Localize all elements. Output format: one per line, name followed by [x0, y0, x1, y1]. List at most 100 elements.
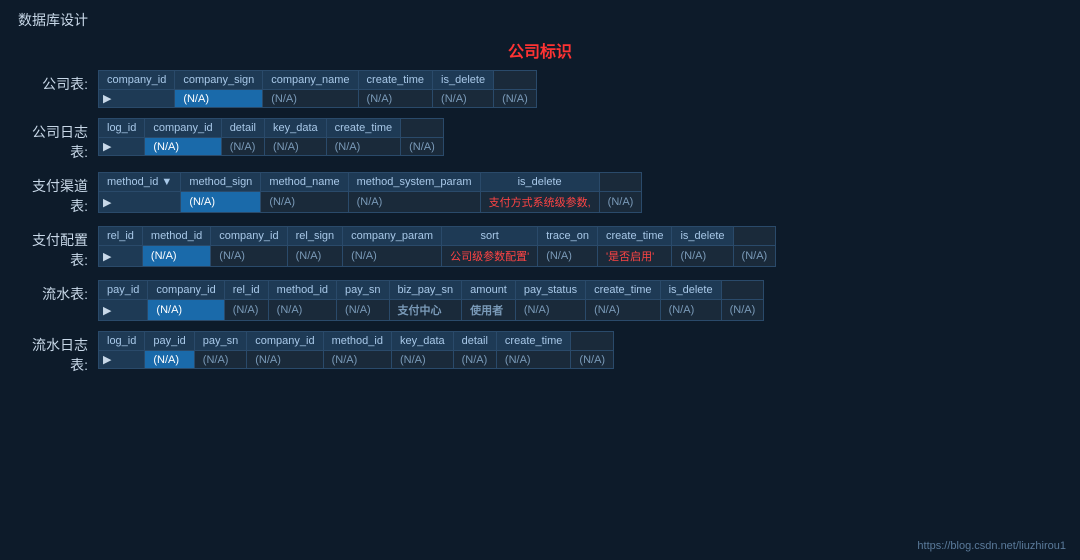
flow-table-label: 流水表:	[18, 280, 98, 304]
cell-config-method-id: (N/A)	[211, 246, 287, 267]
cell-pay-sn: 支付中心	[389, 300, 462, 321]
col-pay-id: pay_id	[99, 281, 148, 300]
cell-pay-id: (N/A)	[148, 300, 224, 321]
company-log-table-row: 公司日志表: log_id company_id detail key_data…	[18, 118, 1062, 162]
col-company-id: company_id	[99, 71, 175, 90]
cell-flow-is-delete: (N/A)	[721, 300, 764, 321]
cell-biz-pay-sn: 使用者	[462, 300, 516, 321]
col-create-time2: create_time	[326, 119, 400, 138]
flow-log-label: 流水日志表:	[18, 331, 98, 375]
cell-flog-create-time: (N/A)	[571, 351, 614, 369]
col-amount: amount	[462, 281, 516, 300]
company-table-label: 公司表:	[18, 70, 98, 94]
cell-rel-sign: (N/A)	[343, 246, 442, 267]
col-flow-is-delete: is_delete	[660, 281, 721, 300]
cell-company-param: 公司级参数配置'	[442, 246, 538, 267]
col-rel-sign: rel_sign	[287, 227, 343, 246]
cell-flow-company-id: (N/A)	[224, 300, 268, 321]
col-rel-id: rel_id	[99, 227, 143, 246]
cell-method-id: (N/A)	[181, 192, 261, 213]
cell-key-data: (N/A)	[326, 138, 400, 156]
cell-amount: (N/A)	[515, 300, 585, 321]
cell-detail: (N/A)	[264, 138, 326, 156]
cell-flog-method-id: (N/A)	[391, 351, 453, 369]
col-biz-pay-sn: biz_pay_sn	[389, 281, 462, 300]
cell-flog-key-data: (N/A)	[453, 351, 496, 369]
cell-config-company-id: (N/A)	[287, 246, 343, 267]
pay-method-label: 支付渠道表:	[18, 172, 98, 216]
col-company-name: company_name	[263, 71, 358, 90]
company-log-wrapper: log_id company_id detail key_data create…	[98, 118, 1062, 156]
col-flog-id: log_id	[99, 332, 145, 351]
arrow-cell2: ▶	[99, 138, 145, 156]
arrow-cell5: ▶	[99, 300, 148, 321]
flow-table-row: 流水表: pay_id company_id rel_id method_id …	[18, 280, 1062, 321]
col-flog-pay-id: pay_id	[145, 332, 194, 351]
col-flog-method-id: method_id	[323, 332, 391, 351]
cell-flow-rel-id: (N/A)	[268, 300, 336, 321]
cell-pay-status: (N/A)	[586, 300, 660, 321]
company-table-row: 公司表: company_id company_sign company_nam…	[18, 70, 1062, 108]
col-config-company-id: company_id	[211, 227, 287, 246]
company-table-wrapper: company_id company_sign company_name cre…	[98, 70, 1062, 108]
cell-company-sign: (N/A)	[263, 90, 358, 108]
col-config-is-delete: is_delete	[672, 227, 733, 246]
cell-company-id: (N/A)	[175, 90, 263, 108]
cell-create-time: (N/A)	[433, 90, 494, 108]
flow-table-wrapper: pay_id company_id rel_id method_id pay_s…	[98, 280, 1062, 321]
col-pay-status: pay_status	[515, 281, 585, 300]
pay-method-wrapper: method_id ▼ method_sign method_name meth…	[98, 172, 1062, 213]
pay-config-row: 支付配置表: rel_id method_id company_id rel_s…	[18, 226, 1062, 270]
cell-flog-company-id: (N/A)	[323, 351, 391, 369]
pay-method-table: method_id ▼ method_sign method_name meth…	[98, 172, 642, 213]
col-trace-on: trace_on	[538, 227, 598, 246]
col-flog-detail: detail	[453, 332, 496, 351]
arrow-cell4: ▶	[99, 246, 143, 267]
col-flog-company-id: company_id	[247, 332, 323, 351]
arrow-cell6: ▶	[99, 351, 145, 369]
cell-trace-on: '是否启用'	[598, 246, 672, 267]
cell-config-is-delete: (N/A)	[733, 246, 776, 267]
flow-log-row: 流水日志表: log_id pay_id pay_sn company_id m…	[18, 331, 1062, 375]
col-log-id: log_id	[99, 119, 145, 138]
section-label: 公司标识	[18, 38, 1062, 62]
flow-log-wrapper: log_id pay_id pay_sn company_id method_i…	[98, 331, 1062, 369]
col-method-name: method_name	[261, 173, 348, 192]
col-flow-method-id: method_id	[268, 281, 336, 300]
col-company-sign: company_sign	[175, 71, 263, 90]
col-detail: detail	[221, 119, 264, 138]
cell-flow-create-time: (N/A)	[660, 300, 721, 321]
company-log-table: log_id company_id detail key_data create…	[98, 118, 444, 156]
col-method-sign: method_sign	[181, 173, 261, 192]
cell-log-company-id: (N/A)	[221, 138, 264, 156]
cell-flog-pay-id: (N/A)	[194, 351, 246, 369]
flow-log-table: log_id pay_id pay_sn company_id method_i…	[98, 331, 614, 369]
pay-config-wrapper: rel_id method_id company_id rel_sign com…	[98, 226, 1062, 267]
cell-log-id: (N/A)	[145, 138, 221, 156]
main-content: 公司标识 公司表: company_id company_sign compan…	[0, 38, 1080, 375]
col-flog-key-data: key_data	[391, 332, 453, 351]
cell-create-time3: (N/A)	[401, 138, 444, 156]
col-sort: sort	[442, 227, 538, 246]
page-title: 数据库设计	[0, 0, 1080, 36]
col-config-create-time: create_time	[598, 227, 672, 246]
col-flow-create-time: create_time	[586, 281, 660, 300]
col-create-time: create_time	[358, 71, 432, 90]
company-log-label: 公司日志表:	[18, 118, 98, 162]
col-config-method-id: method_id	[142, 227, 210, 246]
flow-table: pay_id company_id rel_id method_id pay_s…	[98, 280, 764, 321]
col-method-system-param: method_system_param	[348, 173, 480, 192]
col-company-param: company_param	[343, 227, 442, 246]
col-flog-pay-sn: pay_sn	[194, 332, 246, 351]
col-flow-rel-id: rel_id	[224, 281, 268, 300]
footer-url: https://blog.csdn.net/liuzhirou1	[917, 540, 1066, 552]
cell-method-sign: (N/A)	[261, 192, 348, 213]
col-key-data: key_data	[264, 119, 326, 138]
pay-method-row: 支付渠道表: method_id ▼ method_sign method_na…	[18, 172, 1062, 216]
pay-config-table: rel_id method_id company_id rel_sign com…	[98, 226, 776, 267]
col-flog-create-time: create_time	[496, 332, 570, 351]
cell-flog-pay-sn: (N/A)	[247, 351, 323, 369]
cell-flog-id: (N/A)	[145, 351, 194, 369]
col-pay-sn: pay_sn	[337, 281, 389, 300]
cell-company-name: (N/A)	[358, 90, 432, 108]
